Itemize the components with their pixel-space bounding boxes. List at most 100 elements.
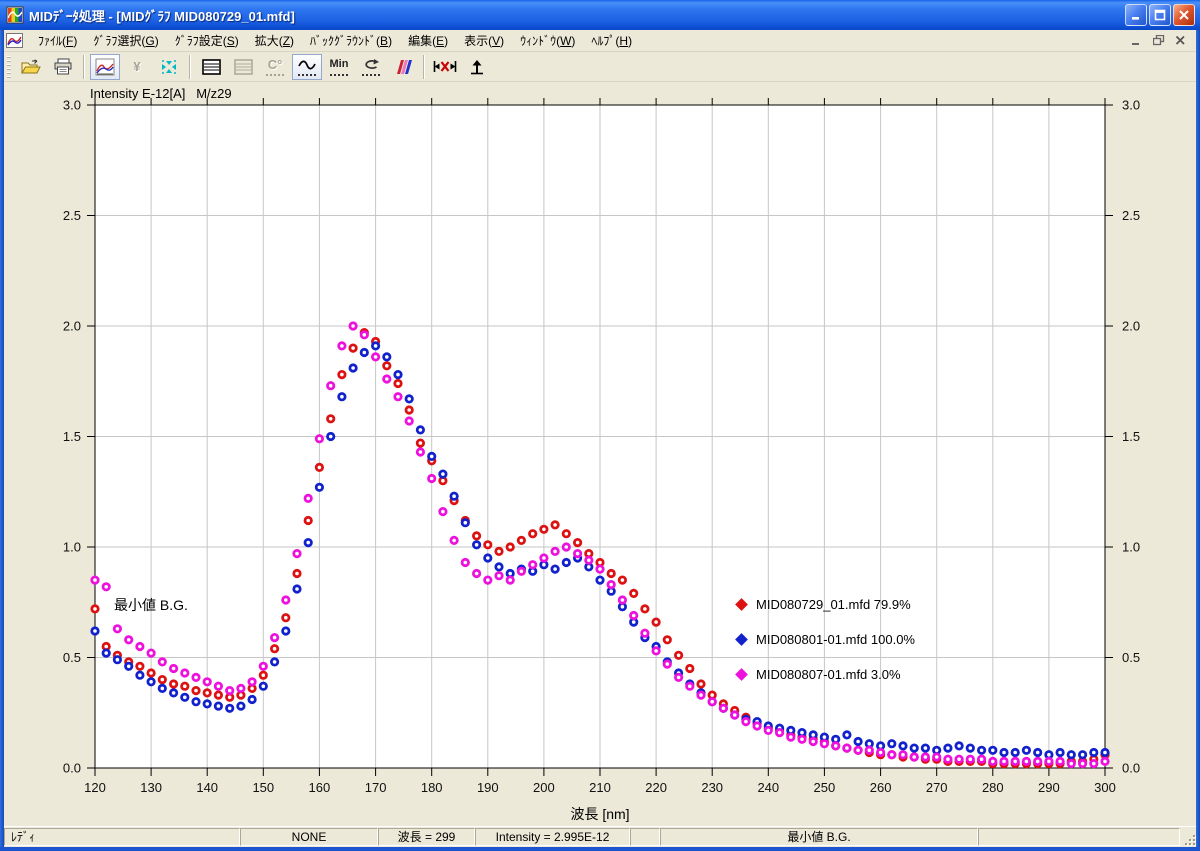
mdi-minimize-button[interactable] xyxy=(1127,32,1146,49)
svg-text:210: 210 xyxy=(589,780,611,795)
open-folder-icon xyxy=(21,58,41,75)
menu-items: ﾌｧｲﾙ(F)ｸﾞﾗﾌ選択(G)ｸﾞﾗﾌ設定(S)拡大(Z)ﾊﾞｯｸｸﾞﾗｳﾝﾄ… xyxy=(30,29,640,52)
window-border-bottom xyxy=(0,847,1200,851)
yen-icon: ¥ xyxy=(133,60,140,73)
svg-text:0.0: 0.0 xyxy=(63,761,81,776)
svg-text:0.0: 0.0 xyxy=(1122,761,1140,776)
chart-legend: MID080729_01.mfd 79.9% MID080801-01.mfd 1… xyxy=(735,594,915,699)
data-table-alt-button[interactable] xyxy=(228,54,258,80)
loop-refresh-button[interactable] xyxy=(356,54,386,80)
menu-item-file[interactable]: ﾌｧｲﾙ(F) xyxy=(30,29,85,52)
title-bar: MIDﾃﾞｰﾀ処理 - [MIDｸﾞﾗﾌ MID080729_01.mfd] xyxy=(0,0,1200,30)
menu-item-graph-select[interactable]: ｸﾞﾗﾌ選択(G) xyxy=(85,29,166,52)
app-icon[interactable] xyxy=(6,6,24,24)
svg-text:2.5: 2.5 xyxy=(1122,208,1140,223)
legend-diamond-icon xyxy=(735,668,748,681)
svg-text:250: 250 xyxy=(814,780,836,795)
status-mode: NONE xyxy=(240,828,378,846)
window-border-left xyxy=(0,30,4,851)
svg-text:2.0: 2.0 xyxy=(63,319,81,334)
status-wavelength: 波長 = 299 xyxy=(378,828,475,846)
legend-entry: MID080801-01.mfd 100.0% xyxy=(735,629,915,649)
multi-graph-button[interactable] xyxy=(388,54,418,80)
print-button[interactable] xyxy=(48,54,78,80)
menu-item-help[interactable]: ﾍﾙﾌﾟ(H) xyxy=(583,29,640,52)
min-mode-button[interactable]: Min xyxy=(324,54,354,80)
graph-icon xyxy=(95,58,115,76)
mdi-restore-icon xyxy=(1153,35,1165,46)
mdi-window-controls xyxy=(1127,32,1190,49)
chart-client-area: 1201301401501601701801902002102202302402… xyxy=(4,82,1196,826)
converge-arrows-icon xyxy=(159,58,179,76)
toolbar-separator xyxy=(83,55,85,79)
mdi-document-icon[interactable] xyxy=(6,33,23,48)
svg-text:300: 300 xyxy=(1094,780,1116,795)
fit-view-button[interactable] xyxy=(154,54,184,80)
clear-x-markers-button[interactable] xyxy=(430,54,460,80)
svg-text:1.5: 1.5 xyxy=(63,429,81,444)
close-button[interactable] xyxy=(1173,4,1195,26)
data-table-button[interactable] xyxy=(196,54,226,80)
open-file-button[interactable] xyxy=(16,54,46,80)
toolbar-grip[interactable] xyxy=(7,56,11,78)
svg-text:160: 160 xyxy=(309,780,331,795)
svg-text:270: 270 xyxy=(926,780,948,795)
up-arrow-icon xyxy=(468,59,486,75)
svg-text:1.0: 1.0 xyxy=(1122,540,1140,555)
printer-icon xyxy=(53,58,73,75)
celsius-mode-button[interactable]: C° xyxy=(260,54,290,80)
legend-diamond-icon xyxy=(735,633,748,646)
minimize-button[interactable] xyxy=(1125,4,1147,26)
loop-arrow-icon xyxy=(362,58,380,71)
svg-text:3.0: 3.0 xyxy=(1122,98,1140,113)
wave-mode-button[interactable] xyxy=(292,54,322,80)
kxk-icon xyxy=(433,59,457,74)
status-bar: ﾚﾃﾞｨ NONE 波長 = 299 Intensity = 2.995E-12… xyxy=(4,826,1196,847)
table-icon xyxy=(202,59,221,75)
resize-grip[interactable] xyxy=(1182,832,1195,845)
svg-text:290: 290 xyxy=(1038,780,1060,795)
export-up-button[interactable] xyxy=(462,54,492,80)
menu-item-window[interactable]: ｳｨﾝﾄﾞｳ(W) xyxy=(512,29,583,52)
legend-label: MID080801-01.mfd 100.0% xyxy=(756,632,915,647)
svg-text:260: 260 xyxy=(870,780,892,795)
svg-text:2.5: 2.5 xyxy=(63,208,81,223)
legend-entry: MID080729_01.mfd 79.9% xyxy=(735,594,915,614)
min-bg-annotation: 最小値 B.G. xyxy=(114,595,188,615)
svg-text:170: 170 xyxy=(365,780,387,795)
svg-text:2.0: 2.0 xyxy=(1122,319,1140,334)
minimize-icon xyxy=(1130,9,1142,21)
menu-item-view[interactable]: 表示(V) xyxy=(456,29,512,52)
status-intensity: Intensity = 2.995E-12 xyxy=(475,828,630,846)
svg-text:3.0: 3.0 xyxy=(63,98,81,113)
menu-item-edit[interactable]: 編集(E) xyxy=(400,29,456,52)
mdi-close-button[interactable] xyxy=(1171,32,1190,49)
svg-text:1.5: 1.5 xyxy=(1122,429,1140,444)
plot-area[interactable]: 1201301401501601701801902002102202302402… xyxy=(0,82,1200,826)
menu-item-background[interactable]: ﾊﾞｯｸｸﾞﾗｳﾝﾄﾞ(B) xyxy=(302,29,400,52)
celsius-icon: C° xyxy=(268,58,283,71)
svg-text:200: 200 xyxy=(533,780,555,795)
svg-text:0.5: 0.5 xyxy=(63,650,81,665)
status-min-bg: 最小値 B.G. xyxy=(660,828,978,846)
legend-diamond-icon xyxy=(735,598,748,611)
svg-text:140: 140 xyxy=(196,780,218,795)
spectrum-chart[interactable]: 1201301401501601701801902002102202302402… xyxy=(0,82,1200,826)
yen-scale-button[interactable]: ¥ xyxy=(122,54,152,80)
mdi-restore-button[interactable] xyxy=(1149,32,1168,49)
x-axis-label: 波長 [nm] xyxy=(4,804,1196,824)
menu-item-graph-settings[interactable]: ｸﾞﾗﾌ設定(S) xyxy=(167,29,247,52)
svg-text:130: 130 xyxy=(140,780,162,795)
app-window: MIDﾃﾞｰﾀ処理 - [MIDｸﾞﾗﾌ MID080729_01.mfd] ﾌ… xyxy=(0,0,1200,851)
graph-view-button[interactable] xyxy=(90,54,120,80)
svg-text:230: 230 xyxy=(701,780,723,795)
toolbar: ¥ xyxy=(4,52,1196,82)
menu-bar: ﾌｧｲﾙ(F)ｸﾞﾗﾌ選択(G)ｸﾞﾗﾌ設定(S)拡大(Z)ﾊﾞｯｸｸﾞﾗｳﾝﾄ… xyxy=(4,30,1196,52)
table-icon-disabled xyxy=(234,59,253,75)
menu-item-zoom[interactable]: 拡大(Z) xyxy=(247,29,302,52)
maximize-button[interactable] xyxy=(1149,4,1171,26)
maximize-icon xyxy=(1154,9,1166,21)
status-spacer xyxy=(630,828,660,846)
min-icon: Min xyxy=(330,59,349,70)
status-ready: ﾚﾃﾞｨ xyxy=(4,828,240,846)
